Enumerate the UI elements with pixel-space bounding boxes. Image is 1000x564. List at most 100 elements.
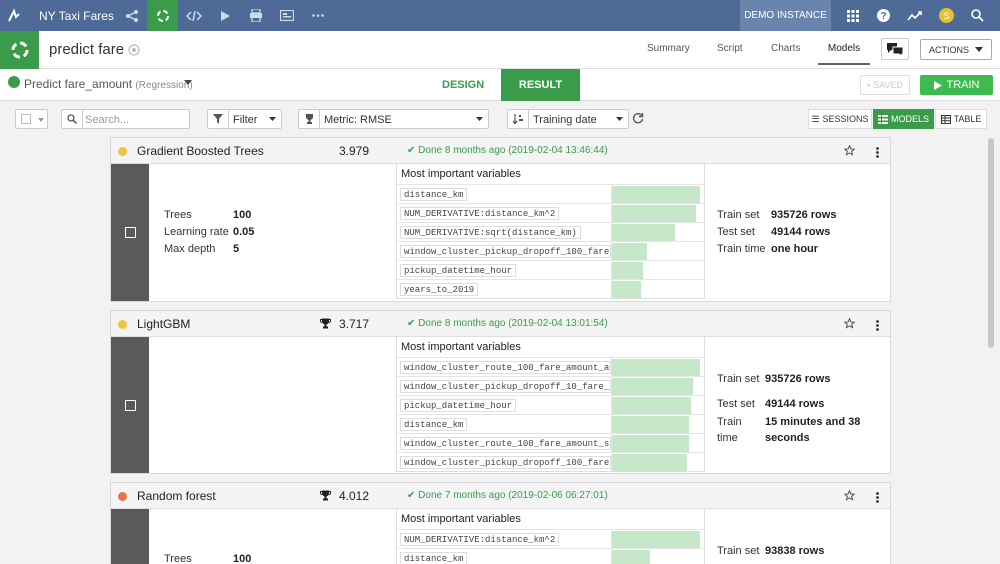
prediction-target: Predict fare_amount xyxy=(24,77,133,91)
dataiku-logo-icon[interactable] xyxy=(0,0,28,31)
variable-name[interactable]: window_cluster_pickup_dropoff_100_fare..… xyxy=(400,245,611,258)
more-icon[interactable] xyxy=(302,0,333,31)
importance-bar xyxy=(612,397,691,414)
tab-result[interactable]: RESULT xyxy=(501,69,580,101)
analysis-title[interactable]: predict fare xyxy=(49,41,124,58)
actions-label: ACTIONS xyxy=(928,44,969,55)
variable-name[interactable]: distance_km xyxy=(400,188,468,201)
activity-icon[interactable] xyxy=(899,0,930,31)
variable-name[interactable]: NUM_DERIVATIVE:sqrt(distance_km) xyxy=(400,226,581,239)
stat-value: 49144 rows xyxy=(771,225,831,238)
dashboard-icon[interactable] xyxy=(271,0,302,31)
filter-dropdown[interactable]: Filter xyxy=(207,109,282,129)
variable-name[interactable]: pickup_datetime_hour xyxy=(400,264,517,277)
variable-row: window_cluster_pickup_dropoff_100_fare..… xyxy=(397,241,704,260)
variables-title: Most important variables xyxy=(401,513,521,525)
list-icon: ☰ xyxy=(811,113,820,124)
model-name[interactable]: LightGBM xyxy=(137,317,190,331)
variable-name[interactable]: NUM_DERIVATIVE:distance_km^2 xyxy=(400,207,560,220)
select-all-checkbox[interactable] xyxy=(15,109,48,129)
model-card[interactable]: LightGBM 3.717 ✔ Done 8 months ago (2019… xyxy=(110,310,891,474)
variable-name[interactable]: NUM_DERIVATIVE:distance_km^2 xyxy=(400,533,560,546)
stat-label: Train set xyxy=(717,373,760,385)
model-card[interactable]: Random forest 4.012 ✔ Done 7 months ago … xyxy=(110,482,891,564)
user-avatar[interactable]: S xyxy=(939,8,954,23)
param-row: Trees 100 xyxy=(164,208,252,221)
variable-row: pickup_datetime_hour xyxy=(397,260,704,279)
table-icon xyxy=(940,114,951,124)
trophy-icon xyxy=(320,490,331,501)
metric-dropdown[interactable]: Metric: RMSE xyxy=(298,109,489,129)
page-scrollbar[interactable] xyxy=(988,138,994,348)
variable-name[interactable]: window_cluster_route_100_fare_amount_s..… xyxy=(400,437,611,450)
variable-row: distance_km xyxy=(397,414,704,433)
stat-label: Train time xyxy=(717,416,742,444)
prediction-task-label[interactable]: Predict fare_amount (Regression) xyxy=(24,77,193,91)
view-sessions-button[interactable]: ☰ SESSIONS xyxy=(808,109,872,129)
nav-summary[interactable]: Summary xyxy=(647,43,690,54)
variable-row: pickup_datetime_hour xyxy=(397,395,704,414)
stat-value: 49144 rows xyxy=(765,397,825,410)
actions-dropdown[interactable]: ACTIONS xyxy=(920,39,992,60)
model-checkbox[interactable] xyxy=(125,400,136,411)
star-icon[interactable] xyxy=(844,318,855,329)
caret-down-icon xyxy=(38,118,44,122)
model-name[interactable]: Random forest xyxy=(137,489,216,503)
more-options-icon[interactable] xyxy=(876,492,879,503)
model-select-strip[interactable] xyxy=(111,337,149,473)
run-icon[interactable] xyxy=(209,0,240,31)
saved-label: SAVED xyxy=(873,80,904,90)
analysis-header: predict fare Summary Script Charts Model… xyxy=(0,31,1000,69)
nav-models[interactable]: Models xyxy=(818,43,870,65)
variable-row: distance_km xyxy=(397,184,704,203)
more-options-icon[interactable] xyxy=(876,147,879,158)
variable-name[interactable]: years_to_2019 xyxy=(400,283,479,296)
variable-row: distance_km xyxy=(397,548,704,564)
refresh-icon[interactable] xyxy=(632,112,644,124)
variable-name[interactable]: window_cluster_pickup_dropoff_100_fare..… xyxy=(400,456,611,469)
model-name[interactable]: Gradient Boosted Trees xyxy=(137,144,264,158)
star-icon[interactable] xyxy=(844,490,855,501)
code-icon[interactable] xyxy=(178,0,209,31)
apps-grid-icon[interactable] xyxy=(837,0,868,31)
saved-button[interactable]: ▪ SAVED xyxy=(860,75,910,95)
search-placeholder: Search... xyxy=(85,114,130,126)
search-input[interactable]: Search... xyxy=(61,109,190,129)
variable-name[interactable]: window_cluster_route_100_fare_amount_a..… xyxy=(400,361,611,374)
variable-name[interactable]: distance_km xyxy=(400,552,468,564)
nav-charts[interactable]: Charts xyxy=(771,43,800,54)
help-icon[interactable]: ? xyxy=(868,0,899,31)
discussions-button[interactable] xyxy=(881,38,909,60)
flow-icon[interactable] xyxy=(116,0,147,31)
importance-bar xyxy=(612,416,689,433)
status-dot xyxy=(118,492,127,501)
model-select-strip[interactable] xyxy=(111,164,149,301)
variable-name[interactable]: distance_km xyxy=(400,418,468,431)
lab-icon[interactable] xyxy=(147,0,178,31)
training-status: ✔ Done 8 months ago (2019-02-04 13:46:44… xyxy=(407,145,608,156)
sort-dropdown[interactable]: Training date xyxy=(507,109,629,129)
status-circle-icon xyxy=(128,44,140,56)
search-icon[interactable] xyxy=(962,0,993,31)
view-table-button[interactable]: TABLE xyxy=(935,109,987,129)
caret-down-icon[interactable] xyxy=(184,80,192,85)
model-checkbox[interactable] xyxy=(125,227,136,238)
model-select-strip[interactable] xyxy=(111,509,149,564)
svg-text:?: ? xyxy=(880,11,886,22)
nav-script[interactable]: Script xyxy=(717,43,743,54)
star-icon[interactable] xyxy=(844,145,855,156)
more-options-icon[interactable] xyxy=(876,320,879,331)
train-button[interactable]: TRAIN xyxy=(920,75,993,95)
importance-bar xyxy=(612,454,687,471)
stat-value: 935726 rows xyxy=(765,373,831,385)
model-card[interactable]: Gradient Boosted Trees 3.979 ✔ Done 8 mo… xyxy=(110,137,891,302)
variable-name[interactable]: window_cluster_pickup_dropoff_10_fare_..… xyxy=(400,380,611,393)
tab-design[interactable]: DESIGN xyxy=(442,79,484,91)
sort-icon xyxy=(508,110,529,128)
project-name[interactable]: NY Taxi Fares xyxy=(39,9,114,23)
stat-label: Train time xyxy=(717,242,766,255)
print-icon[interactable] xyxy=(240,0,271,31)
variable-name[interactable]: pickup_datetime_hour xyxy=(400,399,517,412)
importance-bar xyxy=(612,186,700,203)
view-models-button[interactable]: MODELS xyxy=(873,109,934,129)
